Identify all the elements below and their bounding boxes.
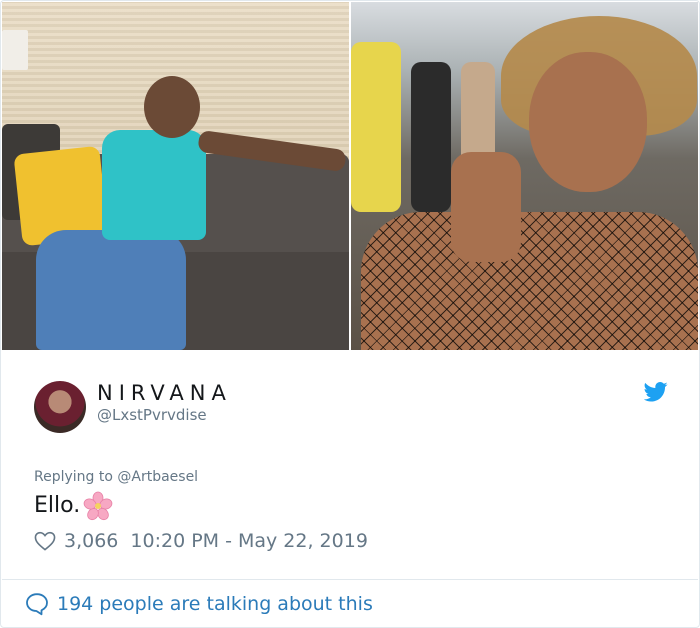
tweet-meta: 3,066 10:20 PM - May 22, 2019 [34, 528, 368, 554]
conversation-link[interactable]: 194 people are talking about this [25, 591, 373, 617]
like-count: 3,066 [64, 530, 119, 552]
avatar[interactable] [34, 381, 86, 433]
tweet-text-content: Ello. [34, 493, 81, 518]
crowd-person [411, 62, 451, 212]
rock-on-hand [451, 152, 521, 262]
speech-bubble-icon [26, 593, 48, 616]
user-handle[interactable]: @LxstPvrvdise [97, 406, 207, 424]
tweet-media [2, 2, 698, 350]
conversation-label: 194 people are talking about this [57, 593, 373, 615]
tweet-card: NIRVANA @LxstPvrvdise Replying to @Artba… [0, 0, 700, 628]
person-head [144, 76, 200, 138]
person-jersey [102, 130, 206, 240]
divider [2, 579, 698, 580]
selfie-face [529, 52, 647, 192]
lamp [2, 30, 28, 70]
crowd-person [351, 42, 401, 212]
display-name[interactable]: NIRVANA [97, 381, 232, 405]
fishnet-top [361, 212, 698, 350]
person-jeans [36, 230, 186, 350]
twitter-bird-icon[interactable] [644, 382, 668, 402]
photo-right[interactable] [351, 2, 698, 350]
timestamp[interactable]: 10:20 PM - May 22, 2019 [130, 530, 368, 552]
tweet-text: Ello. [34, 491, 113, 521]
cherry-blossom-icon [83, 491, 113, 521]
photo-left[interactable] [2, 2, 349, 350]
replying-to[interactable]: Replying to @Artbaesel [34, 469, 198, 485]
heart-outline-icon[interactable] [34, 531, 56, 551]
